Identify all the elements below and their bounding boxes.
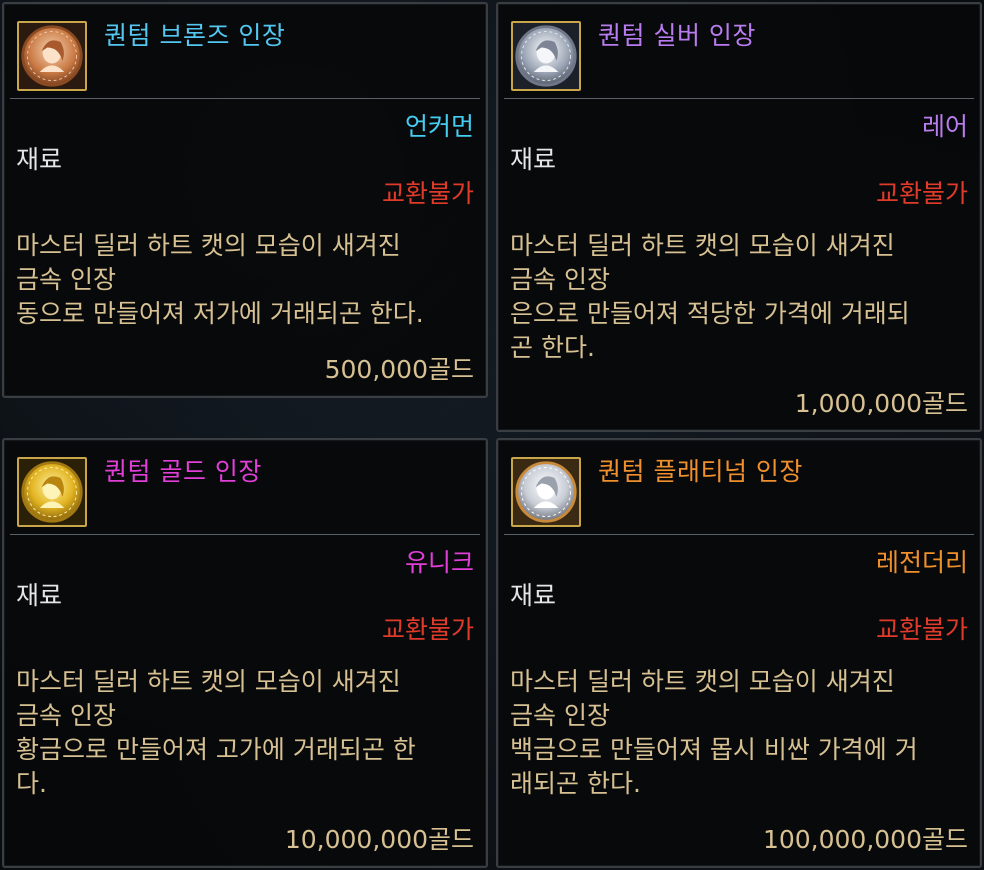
item-tooltip-bronze-seal: 퀀텀 브론즈 인장 언커먼 재료 교환불가 마스터 딜러 하트 캣의 모습이 새… [2, 2, 488, 398]
description-line: 은으로 만들어져 적당한 가격에 거래되 [510, 299, 910, 328]
item-rarity: 레어 [921, 112, 968, 141]
description-line: 황금으로 만들어져 고가에 거래되곤 한 [16, 735, 416, 764]
tooltip-header: 퀀텀 골드 인장 [4, 440, 486, 530]
trade-status: 교환불가 [381, 615, 474, 644]
description-line: 다. [16, 769, 47, 798]
tooltip-grid: 퀀텀 브론즈 인장 언커먼 재료 교환불가 마스터 딜러 하트 캣의 모습이 새… [0, 0, 984, 870]
item-category: 재료 [510, 581, 557, 610]
item-price: 100,000,000골드 [762, 825, 968, 854]
item-price: 500,000골드 [324, 355, 474, 384]
item-description: 마스터 딜러 하트 캣의 모습이 새겨진 금속 인장 동으로 만들어져 저가에 … [16, 229, 472, 331]
trade-status: 교환불가 [875, 179, 968, 208]
item-category: 재료 [510, 145, 557, 174]
item-rarity: 레전더리 [875, 548, 968, 577]
description-line: 백금으로 만들어져 몹시 비싼 가격에 거 [510, 735, 918, 764]
trade-status: 교환불가 [875, 615, 968, 644]
description-line: 금속 인장 [510, 265, 610, 294]
description-line: 금속 인장 [510, 701, 610, 730]
item-name: 퀀텀 플래티넘 인장 [598, 457, 803, 486]
item-name: 퀀텀 골드 인장 [104, 457, 262, 486]
item-description: 마스터 딜러 하트 캣의 모습이 새겨진 금속 인장 황금으로 만들어져 고가에… [16, 665, 472, 801]
gold-seal-icon [17, 457, 87, 527]
divider [504, 534, 974, 535]
tooltip-header: 퀀텀 브론즈 인장 [4, 4, 486, 94]
item-category: 재료 [16, 145, 63, 174]
trade-status: 교환불가 [381, 179, 474, 208]
item-tooltip-platinum-seal: 퀀텀 플래티넘 인장 레전더리 재료 교환불가 마스터 딜러 하트 캣의 모습이… [496, 438, 982, 868]
bronze-seal-icon [17, 21, 87, 91]
divider [504, 98, 974, 99]
item-description: 마스터 딜러 하트 캣의 모습이 새겨진 금속 인장 은으로 만들어져 적당한 … [510, 229, 966, 365]
item-category: 재료 [16, 581, 63, 610]
description-line: 마스터 딜러 하트 캣의 모습이 새겨진 [510, 231, 895, 260]
divider [10, 98, 480, 99]
item-price: 10,000,000골드 [284, 825, 474, 854]
description-line: 마스터 딜러 하트 캣의 모습이 새겨진 [510, 667, 895, 696]
item-tooltip-gold-seal: 퀀텀 골드 인장 유니크 재료 교환불가 마스터 딜러 하트 캣의 모습이 새겨… [2, 438, 488, 868]
description-line: 곤 한다. [510, 333, 595, 362]
tooltip-header: 퀀텀 플래티넘 인장 [498, 440, 980, 530]
item-name: 퀀텀 브론즈 인장 [104, 21, 286, 50]
tooltip-header: 퀀텀 실버 인장 [498, 4, 980, 94]
description-line: 마스터 딜러 하트 캣의 모습이 새겨진 [16, 667, 401, 696]
item-tooltip-silver-seal: 퀀텀 실버 인장 레어 재료 교환불가 마스터 딜러 하트 캣의 모습이 새겨진… [496, 2, 982, 432]
description-line: 금속 인장 [16, 265, 116, 294]
item-name: 퀀텀 실버 인장 [598, 21, 756, 50]
item-price: 1,000,000골드 [794, 389, 968, 418]
description-line: 래되곤 한다. [510, 769, 641, 798]
item-description: 마스터 딜러 하트 캣의 모습이 새겨진 금속 인장 백금으로 만들어져 몹시 … [510, 665, 966, 801]
item-rarity: 언커먼 [404, 112, 474, 141]
item-rarity: 유니크 [404, 548, 474, 577]
silver-seal-icon [511, 21, 581, 91]
description-line: 동으로 만들어져 저가에 거래되곤 한다. [16, 299, 424, 328]
description-line: 금속 인장 [16, 701, 116, 730]
description-line: 마스터 딜러 하트 캣의 모습이 새겨진 [16, 231, 401, 260]
divider [10, 534, 480, 535]
platinum-seal-icon [511, 457, 581, 527]
